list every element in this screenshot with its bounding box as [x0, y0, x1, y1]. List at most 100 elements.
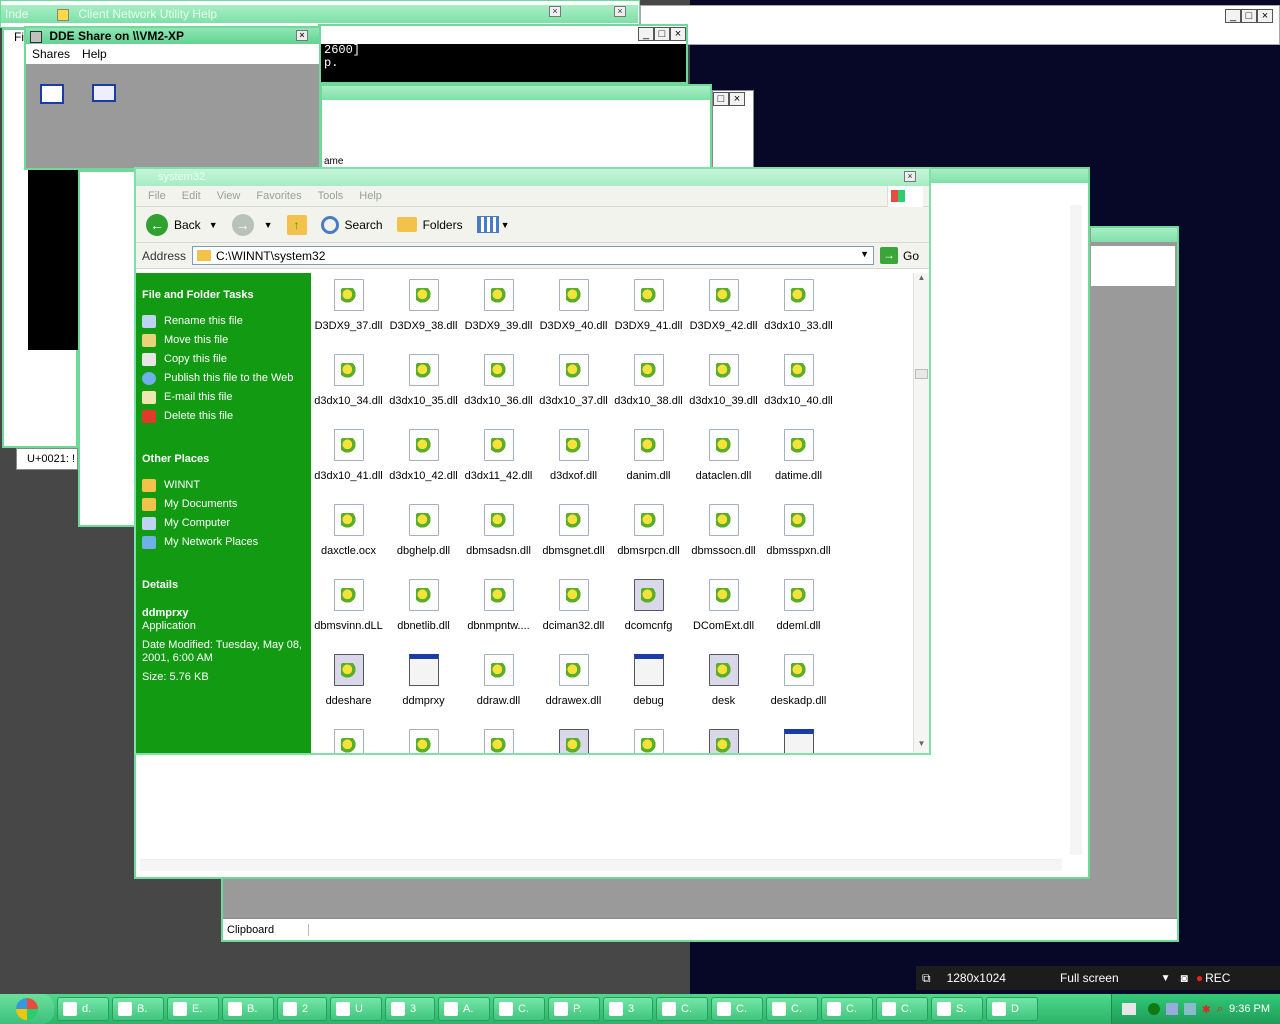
file-item[interactable]: d3dx10_38.dll — [611, 338, 686, 413]
file-item[interactable]: devmgmt — [536, 713, 611, 753]
scroll-down-icon[interactable]: ▼ — [914, 739, 929, 753]
small-window-right[interactable]: □ × — [712, 90, 754, 168]
dde-share-window[interactable]: DDE Share on \\VM2-XP × Shares Help — [24, 26, 321, 170]
menu-file[interactable]: File — [148, 190, 166, 202]
file-item[interactable]: dbmsadsn.dll — [461, 488, 536, 563]
help-window-right[interactable]: _ □ × — [640, 5, 1280, 45]
file-item[interactable]: dbmsvinn.dLL — [311, 563, 386, 638]
taskbar-button[interactable]: C. — [656, 997, 708, 1021]
unshare-icon[interactable] — [92, 84, 116, 102]
task-rename[interactable]: Rename this file — [136, 315, 311, 328]
close-icon[interactable]: × — [904, 171, 916, 182]
tray-green-icon[interactable] — [1147, 1003, 1160, 1015]
file-item[interactable]: dbmsgnet.dll — [536, 488, 611, 563]
file-item[interactable]: dataclen.dll — [686, 413, 761, 488]
file-item[interactable]: ddeml.dll — [761, 563, 836, 638]
taskbar-button[interactable]: P. — [548, 997, 600, 1021]
menu-favorites[interactable]: Favorites — [256, 190, 301, 202]
vertical-scrollbar[interactable]: ▲ ▼ — [913, 273, 929, 753]
task-copy[interactable]: Copy this file — [136, 353, 311, 366]
close-icon[interactable]: × — [549, 6, 561, 17]
file-item[interactable]: dbmssocn.dll — [686, 488, 761, 563]
taskbar-button[interactable]: d. — [57, 997, 109, 1021]
maximize-icon[interactable]: □ — [1241, 9, 1257, 23]
views-button[interactable]: ▼ — [476, 216, 510, 233]
file-item[interactable]: ddmprxy — [386, 638, 461, 713]
taskbar-button[interactable]: U — [330, 997, 382, 1021]
address-input[interactable]: C:\WINNT\system32 ▼ — [192, 246, 875, 265]
file-item[interactable]: dcomcnfg — [611, 563, 686, 638]
taskbar-button[interactable]: B. — [112, 997, 164, 1021]
rec-label[interactable]: REC — [1205, 971, 1230, 985]
file-item[interactable]: d3dx10_41.dll — [311, 413, 386, 488]
taskbar-button[interactable]: S. — [931, 997, 983, 1021]
close-icon[interactable]: × — [729, 92, 745, 106]
menu-edit[interactable]: Edit — [182, 190, 201, 202]
list-window[interactable]: ame — [320, 84, 712, 170]
file-item[interactable]: ddrawex.dll — [536, 638, 611, 713]
chevron-down-icon[interactable]: ▼ — [264, 220, 273, 230]
details-header[interactable]: Details — [136, 579, 311, 591]
vm-mode[interactable]: Full screen — [1060, 971, 1119, 985]
taskbar-button[interactable]: A. — [438, 997, 490, 1021]
file-item[interactable]: dbmsspxn.dll — [761, 488, 836, 563]
record-icon[interactable]: ● — [1196, 971, 1203, 985]
search-icon[interactable]: ⌕ — [1217, 1003, 1223, 1016]
task-delete[interactable]: Delete this file — [136, 410, 311, 423]
close-icon[interactable]: × — [670, 27, 686, 41]
search-button[interactable]: Search — [320, 215, 383, 234]
tray-icon[interactable] — [1165, 1003, 1178, 1015]
file-item[interactable]: d3dx10_40.dll — [761, 338, 836, 413]
file-item[interactable]: dbnmpntw.... — [461, 563, 536, 638]
menu-help[interactable]: Help — [82, 47, 107, 61]
left-window-2[interactable] — [78, 170, 136, 527]
taskbar-button[interactable]: B. — [222, 997, 274, 1021]
taskbar-button[interactable]: C. — [821, 997, 873, 1021]
taskbar-button[interactable]: C. — [493, 997, 545, 1021]
taskbar-button[interactable]: 3 — [603, 997, 653, 1021]
other-places-header[interactable]: Other Places — [136, 453, 311, 465]
file-item[interactable]: deskmon.dll — [311, 713, 386, 753]
scroll-thumb[interactable] — [915, 369, 928, 379]
file-item[interactable]: D3DX9_40.dll — [536, 273, 611, 338]
explorer-window[interactable]: system32 × File Edit View Favorites Tool… — [134, 167, 931, 755]
start-button[interactable] — [0, 994, 54, 1024]
file-tasks-header[interactable]: File and Folder Tasks — [136, 289, 311, 301]
file-item[interactable]: dbmsrpcn.dll — [611, 488, 686, 563]
file-item[interactable]: devenum.dll — [461, 713, 536, 753]
file-item[interactable]: d3dx10_35.dll — [386, 338, 461, 413]
file-item[interactable]: d3dx10_34.dll — [311, 338, 386, 413]
file-item[interactable]: dbghelp.dll — [386, 488, 461, 563]
file-item[interactable]: D3DX9_41.dll — [611, 273, 686, 338]
menu-shares[interactable]: Shares — [32, 47, 70, 61]
file-item[interactable]: deskperf.dll — [386, 713, 461, 753]
horizontal-scrollbar[interactable] — [140, 859, 1062, 871]
file-item[interactable]: daxctle.ocx — [311, 488, 386, 563]
file-item[interactable]: d3dx10_39.dll — [686, 338, 761, 413]
file-item[interactable]: danim.dll — [611, 413, 686, 488]
tray-icon[interactable] — [1183, 1003, 1196, 1015]
file-item[interactable]: d3dx10_42.dll — [386, 413, 461, 488]
folders-button[interactable]: Folders — [396, 217, 463, 232]
share-icon[interactable] — [40, 84, 64, 104]
menu-tools[interactable]: Tools — [318, 190, 344, 202]
file-item[interactable]: deskadp.dll — [761, 638, 836, 713]
taskbar-button[interactable]: C. — [766, 997, 818, 1021]
place-winnt[interactable]: WINNT — [136, 479, 311, 492]
file-item[interactable]: debug — [611, 638, 686, 713]
scroll-up-icon[interactable]: ▲ — [914, 273, 929, 287]
file-item[interactable]: desk — [686, 638, 761, 713]
file-item[interactable]: d3dx10_33.dll — [761, 273, 836, 338]
chevron-down-icon[interactable]: ▼ — [1161, 973, 1171, 984]
up-folder-button[interactable]: ↑ — [286, 214, 307, 235]
maximize-icon[interactable]: □ — [654, 27, 670, 41]
file-item[interactable]: d3dx10_36.dll — [461, 338, 536, 413]
chevron-down-icon[interactable]: ▼ — [209, 220, 218, 230]
place-my-documents[interactable]: My Documents — [136, 498, 311, 511]
file-item[interactable]: D3DX9_37.dll — [311, 273, 386, 338]
taskbar-button[interactable]: 2 — [277, 997, 327, 1021]
menu-view[interactable]: View — [217, 190, 241, 202]
file-item[interactable]: dfrg — [686, 713, 761, 753]
taskbar-button[interactable]: 3 — [385, 997, 435, 1021]
file-item[interactable]: dbnetlib.dll — [386, 563, 461, 638]
